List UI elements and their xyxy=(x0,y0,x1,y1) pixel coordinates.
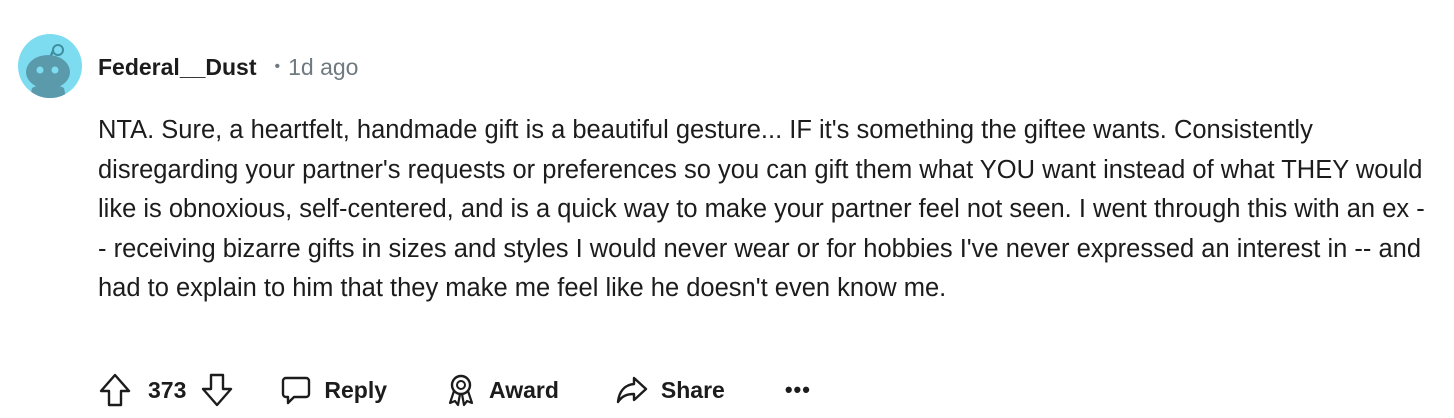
reply-label: Reply xyxy=(324,376,388,403)
author-name[interactable]: Federal__Dust xyxy=(98,54,257,81)
share-label: Share xyxy=(660,376,725,403)
vote-score: 373 xyxy=(148,376,187,403)
comment: Federal__Dust • 1d ago NTA. Sure, a hear… xyxy=(0,0,1454,418)
upvote-arrow-icon[interactable] xyxy=(98,372,132,408)
user-avatar[interactable] xyxy=(18,34,82,98)
comment-meta: Federal__Dust • 1d ago xyxy=(98,50,358,84)
downvote-arrow-icon[interactable] xyxy=(200,372,234,408)
comment-timestamp[interactable]: 1d ago xyxy=(288,54,358,81)
award-ribbon-icon xyxy=(445,373,477,407)
vote-controls: 373 xyxy=(98,372,234,408)
award-label: Award xyxy=(489,376,559,403)
snoo-avatar-icon xyxy=(26,44,70,98)
reply-button[interactable]: Reply xyxy=(280,374,387,406)
meta-separator: • xyxy=(274,58,281,75)
share-button[interactable]: Share xyxy=(615,374,725,406)
speech-bubble-icon xyxy=(280,374,312,406)
award-button[interactable]: Award xyxy=(445,373,559,407)
more-options-icon[interactable]: ••• xyxy=(785,377,811,403)
comment-actions: 373 Reply Award Share ••• xyxy=(98,368,811,412)
comment-body: NTA. Sure, a heartfelt, handmade gift is… xyxy=(98,116,1425,303)
share-arrow-icon xyxy=(615,374,649,406)
